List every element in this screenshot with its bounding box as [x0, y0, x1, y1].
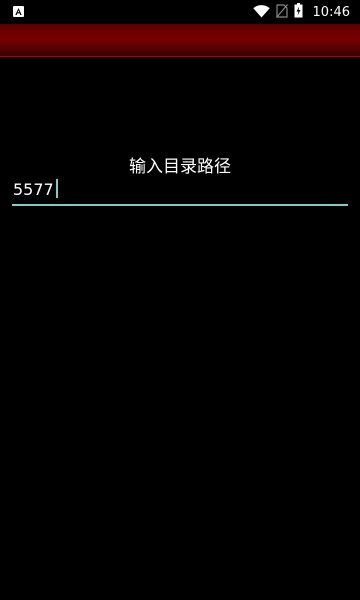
battery-charging-icon [294, 2, 303, 22]
text-cursor [55, 179, 58, 198]
notification-a-icon [13, 6, 24, 17]
directory-path-field[interactable]: 5577 [12, 178, 348, 206]
wifi-icon [252, 3, 270, 22]
status-bar: 10:46 [0, 0, 360, 24]
status-icons: 10:46 [252, 0, 350, 24]
status-time: 10:46 [312, 4, 350, 20]
directory-path-input[interactable]: 5577 [12, 178, 55, 202]
app-bar [0, 24, 360, 57]
no-sim-icon [275, 3, 288, 22]
directory-path-prompt: 输入目录路径 [129, 157, 231, 177]
